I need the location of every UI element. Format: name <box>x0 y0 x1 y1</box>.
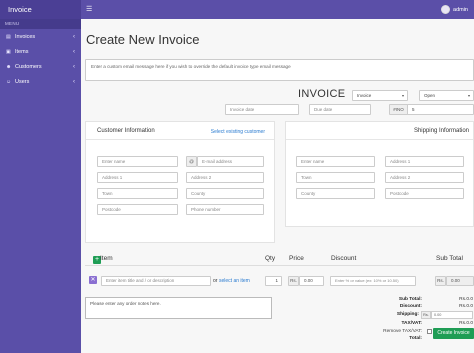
customer-phone-field[interactable]: Phone number <box>186 204 264 215</box>
column-discount: Discount <box>331 255 357 262</box>
shipping-panel-title: Shipping Information <box>413 128 469 134</box>
invoice-number-prefix: #INO <box>389 104 408 115</box>
subtotal-currency-addon: Rs. <box>435 276 446 286</box>
sidebar-item-label: Items <box>15 48 29 55</box>
sidebar-header: MENU <box>0 19 81 29</box>
sidebar-item-invoices[interactable]: ▤ Invoices ‹ <box>0 29 81 44</box>
totals-shipping-row: Shipping: Rs. 0.00 <box>81 311 474 320</box>
chevron-down-icon: ▾ <box>467 93 470 98</box>
x-icon: ✕ <box>90 277 96 283</box>
chevron-left-icon: ‹ <box>73 63 75 70</box>
due-date-field[interactable]: Due date <box>309 104 371 115</box>
customer-email-field[interactable]: E-mail address <box>197 156 264 167</box>
price-field[interactable]: 0.00 <box>299 276 324 286</box>
column-item: Item <box>100 255 113 262</box>
customer-panel-title: Customer Information <box>97 128 155 134</box>
invoice-date-field[interactable]: Invoice date <box>225 104 299 115</box>
invoice-heading: INVOICE <box>298 88 346 100</box>
subtotal-field: 0.00 <box>446 276 474 286</box>
customer-address1-field[interactable]: Address 1 <box>97 172 178 183</box>
create-invoice-button[interactable]: Create Invoice <box>433 328 474 339</box>
invoice-number-field[interactable]: 5 <box>407 104 474 115</box>
customer-county-field[interactable]: County <box>186 188 264 199</box>
shipping-field[interactable]: 0.00 <box>431 311 473 319</box>
or-text: or <box>213 278 218 284</box>
shipping-address1-field[interactable]: Address 1 <box>385 156 464 167</box>
tax-label: TAX/VAT: <box>401 321 422 326</box>
chevron-down-icon: ▾ <box>401 93 404 98</box>
tax-value: Rs.0.0 <box>459 321 473 326</box>
top-navbar: Invoice ☰ admin <box>0 0 474 19</box>
chevron-left-icon: ‹ <box>73 48 75 55</box>
qty-field[interactable]: 1 <box>265 276 282 286</box>
plus-icon: + <box>94 256 100 263</box>
panel-header: Shipping Information <box>286 122 473 140</box>
email-addon: @ <box>186 156 197 167</box>
subtotal-value: Rs.0.0 <box>459 297 473 302</box>
shipping-postcode-field[interactable]: Postcode <box>385 188 464 199</box>
discount-label: Discount: <box>399 304 422 309</box>
sidebar-item-users[interactable]: ☺ Users ‹ <box>0 74 81 89</box>
sidebar-item-label: Customers <box>15 63 42 70</box>
users-icon: ☻ <box>6 63 12 70</box>
delete-item-button[interactable]: ✕ <box>89 276 97 284</box>
sidebar-item-label: Users <box>15 78 30 85</box>
select-item-link[interactable]: select an item <box>219 278 250 284</box>
sidebar-item-label: Invoices <box>15 33 36 40</box>
shipping-currency-addon: Rs. <box>421 311 431 319</box>
sidebar: MENU ▤ Invoices ‹ ▣ Items ‹ ☻ Customers … <box>0 19 81 353</box>
item-title-field[interactable]: Enter item title and / or description <box>101 276 211 286</box>
user-name: admin <box>453 6 468 13</box>
column-qty: Qty <box>265 255 276 262</box>
shipping-address2-field[interactable]: Address 2 <box>385 172 464 183</box>
file-icon: ▤ <box>6 33 11 40</box>
discount-field[interactable]: Enter % or value (ex: 10% or 10.50) <box>330 276 416 286</box>
subtotal-label: Sub Total: <box>398 297 422 302</box>
invoice-status-value: Open <box>424 93 436 98</box>
sidebar-item-items[interactable]: ▣ Items ‹ <box>0 44 81 59</box>
customer-postcode-field[interactable]: Postcode <box>97 204 178 215</box>
shipping-town-field[interactable]: Town <box>296 172 375 183</box>
user-menu[interactable]: admin <box>441 4 468 15</box>
items-table-header: + Item Qty Price Discount Sub Total <box>85 252 474 266</box>
main-content: Create New Invoice Enter a custom email … <box>81 19 474 353</box>
sidebar-item-customers[interactable]: ☻ Customers ‹ <box>0 59 81 74</box>
invoice-type-select[interactable]: Invoice ▾ <box>352 90 408 101</box>
shipping-county-field[interactable]: County <box>296 188 375 199</box>
box-icon: ▣ <box>6 48 11 55</box>
select-existing-customer-link[interactable]: Select existing customer <box>211 129 265 135</box>
brand-logo[interactable]: Invoice <box>0 0 81 19</box>
totals-total-row: Total: Rs.0.0 <box>81 335 474 344</box>
chevron-left-icon: ‹ <box>73 33 75 40</box>
panel-header: Customer Information Select existing cus… <box>86 122 274 140</box>
user-icon: ☺ <box>6 78 12 85</box>
menu-toggle-icon[interactable]: ☰ <box>86 5 95 14</box>
shipping-label: Shipping: <box>396 312 419 317</box>
column-subtotal: Sub Total <box>436 255 463 262</box>
shipping-name-field[interactable]: Enter name <box>296 156 375 167</box>
page-title: Create New Invoice <box>86 32 200 47</box>
customer-name-field[interactable]: Enter name <box>97 156 178 167</box>
invoice-status-select[interactable]: Open ▾ <box>419 90 474 101</box>
email-message-textarea[interactable]: Enter a custom email message here if you… <box>85 59 474 81</box>
remove-tax-label: Remove TAX/VAT: <box>383 329 422 334</box>
customer-address2-field[interactable]: Address 2 <box>186 172 264 183</box>
remove-tax-checkbox[interactable] <box>427 329 432 334</box>
customer-town-field[interactable]: Town <box>97 188 178 199</box>
discount-value: Rs.0.0 <box>459 304 473 309</box>
column-price: Price <box>289 255 304 262</box>
total-label: Total: <box>409 336 422 341</box>
price-currency-addon: Rs. <box>288 276 299 286</box>
avatar <box>441 5 451 14</box>
invoice-type-value: Invoice <box>357 93 372 98</box>
chevron-left-icon: ‹ <box>73 78 75 85</box>
